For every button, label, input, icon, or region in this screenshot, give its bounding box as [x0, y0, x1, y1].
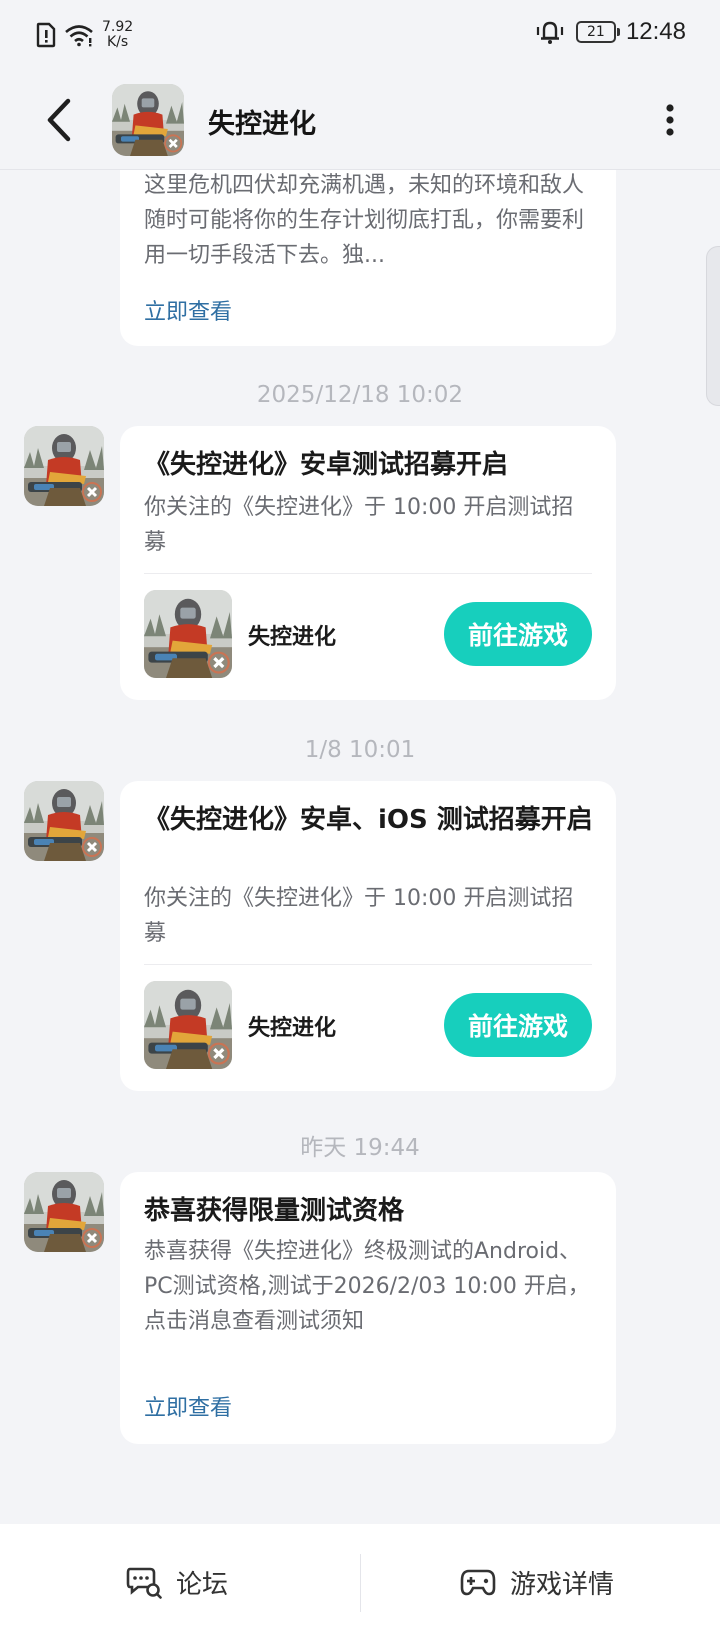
sender-avatar[interactable] [24, 426, 104, 506]
message-body: 这里危机四伏却充满机遇，未知的环境和敌人随时可能将你的生存计划彻底打乱，你需要利… [144, 173, 585, 268]
sim-alert-icon [36, 22, 56, 48]
message-title: 《失控进化》安卓测试招募开启 [144, 450, 509, 480]
forum-label: 论坛 [176, 1569, 229, 1600]
status-bar: 7.92 K/s 21 12:48 [0, 0, 720, 70]
page-title: 失控进化 [208, 109, 316, 140]
message-timestamp: 2025/12/18 10:02 [256, 382, 464, 408]
network-speed-unit: K/s [106, 34, 129, 50]
view-now-link[interactable]: 立即查看 [144, 294, 232, 326]
go-to-game-button[interactable]: 前往游戏 [444, 602, 592, 666]
battery-indicator: 21 [575, 21, 620, 43]
chevron-left-icon [47, 98, 71, 142]
game-icon[interactable] [144, 590, 232, 678]
gamepad-icon [460, 1569, 496, 1596]
status-right: 21 12:48 [534, 18, 686, 46]
divider [144, 573, 592, 574]
message-title: 《失控进化》安卓、iOS 测试招募开启 [144, 805, 593, 835]
message-card[interactable]: 《失控进化》安卓测试招募开启 你关注的《失控进化》于 10:00 开启测试招募 … [120, 426, 616, 700]
more-options-button[interactable] [658, 98, 682, 142]
more-vertical-icon [666, 104, 674, 136]
status-left: 7.92 K/s [36, 20, 133, 50]
game-avatar[interactable] [112, 84, 184, 156]
clock: 12:48 [625, 18, 686, 45]
divider [144, 964, 592, 965]
message-card[interactable]: 这里危机四伏却充满机遇，未知的环境和敌人随时可能将你的生存计划彻底打乱，你需要利… [120, 150, 616, 346]
sender-avatar[interactable] [24, 781, 104, 861]
bottom-divider [360, 1554, 361, 1612]
message-body: 你关注的《失控进化》于 10:00 开启测试招募 [144, 886, 574, 946]
game-details-button[interactable]: 游戏详情 [460, 1524, 614, 1640]
network-speed-value: 7.92 [102, 19, 134, 35]
go-to-game-button[interactable]: 前往游戏 [444, 993, 592, 1057]
message-body: 你关注的《失控进化》于 10:00 开启测试招募 [144, 495, 574, 555]
bell-vibrate-icon [536, 21, 564, 44]
forum-chat-icon [126, 1567, 162, 1599]
message-timestamp: 1/8 10:01 [304, 737, 416, 763]
forum-button[interactable]: 论坛 [126, 1524, 228, 1640]
game-details-label: 游戏详情 [510, 1569, 615, 1600]
view-now-link[interactable]: 立即查看 [144, 1390, 232, 1422]
message-timestamp: 昨天 19:44 [300, 1135, 420, 1161]
game-name: 失控进化 [248, 1016, 337, 1041]
network-speed: 7.92 K/s [102, 20, 133, 50]
back-button[interactable] [36, 94, 82, 146]
message-title: 恭喜获得限量测试资格 [144, 1196, 405, 1226]
game-icon[interactable] [144, 981, 232, 1069]
message-body: 恭喜获得《失控进化》终极测试的Android、PC测试资格,测试于2026/2/… [144, 1239, 590, 1334]
wifi-icon [65, 25, 93, 47]
bottom-action-bar: 论坛 游戏详情 [0, 1524, 720, 1640]
message-card[interactable]: 《失控进化》安卓、iOS 测试招募开启 你关注的《失控进化》于 10:00 开启… [120, 781, 616, 1091]
message-card[interactable]: 恭喜获得限量测试资格 恭喜获得《失控进化》终极测试的Android、PC测试资格… [120, 1172, 616, 1444]
chat-header: 失控进化 [0, 70, 720, 170]
sender-avatar[interactable] [24, 1172, 104, 1252]
game-name: 失控进化 [248, 625, 337, 650]
